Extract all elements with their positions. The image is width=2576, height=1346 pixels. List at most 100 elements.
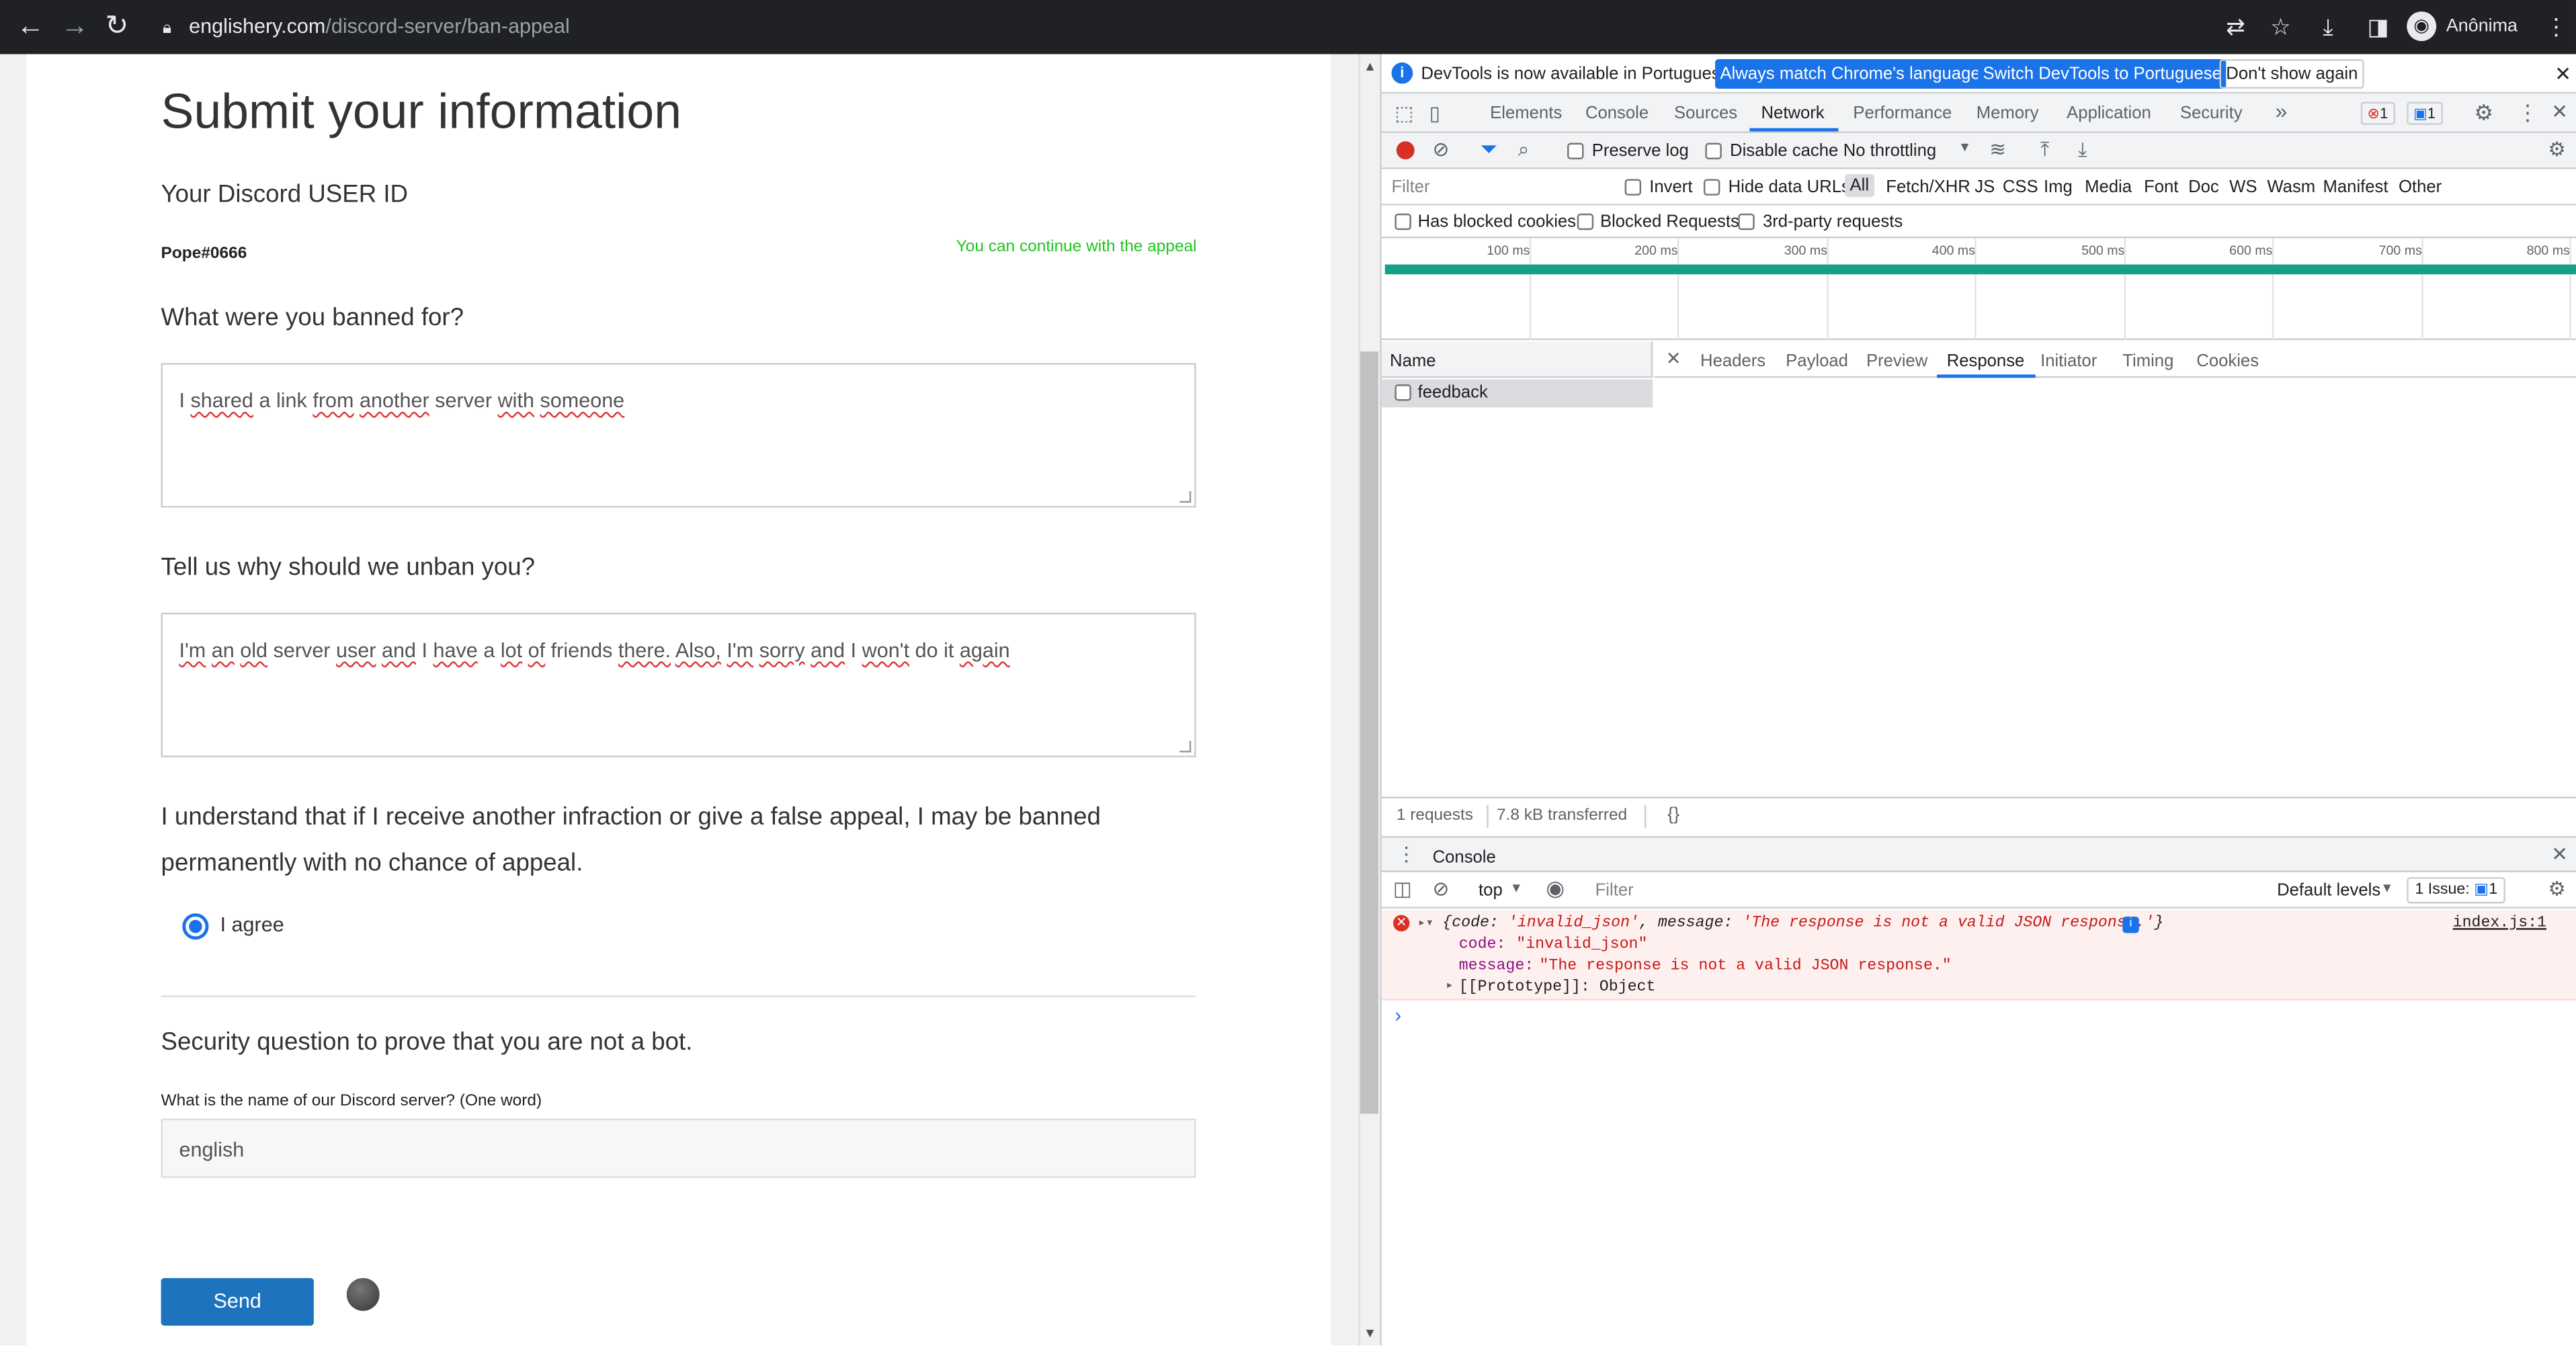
banned-for-textarea[interactable]: I shared a link from another server with… [161,363,1196,508]
invert-label[interactable]: Invert [1649,177,1692,197]
dont-show-again-button[interactable]: Don't show again [2219,59,2365,89]
tab-cookies[interactable]: Cookies [2196,351,2259,371]
profile-label[interactable]: Anônima [2446,16,2518,36]
tab-initiator[interactable]: Initiator [2040,351,2097,371]
pretty-print-button[interactable]: {} [1667,805,1679,825]
device-toolbar-icon[interactable]: ▯ [1429,102,1440,125]
context-selector[interactable]: top [1479,880,1503,900]
clear-icon[interactable]: ⊘ [1433,138,1450,161]
prototype-entry[interactable]: [[Prototype]]: Object [1459,977,1656,995]
tab-console[interactable]: Console [1585,103,1649,123]
response-body[interactable] [1655,381,2576,769]
page-scrollbar-thumb[interactable] [1360,351,1378,1114]
type-filter-img[interactable]: Img [2044,177,2073,197]
unban-reason-textarea[interactable]: I'm an old server user and I have a lot … [161,612,1196,757]
blocked-cookies-label[interactable]: Has blocked cookies [1418,212,1576,231]
name-column-header[interactable]: Name [1390,351,1436,371]
import-har-icon[interactable]: ⤒ [2040,138,2049,163]
switch-portuguese-button[interactable]: Switch DevTools to Portuguese [1978,59,2227,89]
reload-icon[interactable]: ↻ [105,11,128,41]
menu-kebab-icon[interactable]: ⋮ [2545,13,2568,40]
tab-memory[interactable]: Memory [1977,103,2039,123]
console-filter-input[interactable]: Filter [1595,880,1634,900]
hide-data-urls-checkbox[interactable] [1703,179,1720,196]
chevron-down-icon[interactable]: ▼ [1509,880,1522,895]
inspect-element-icon[interactable]: ⬚ [1395,102,1413,125]
console-drawer-tab[interactable]: Console [1433,847,1496,867]
scroll-up-icon[interactable]: ▲ [1364,59,1376,74]
hide-data-urls-label[interactable]: Hide data URLs [1729,177,1850,197]
throttling-select[interactable]: No throttling [1843,141,1936,161]
disable-cache-checkbox[interactable] [1705,142,1722,160]
third-party-label[interactable]: 3rd-party requests [1763,212,1903,231]
message-counter[interactable]: ▣1 [2407,101,2442,125]
expand-prototype-icon[interactable]: ▸ [1446,977,1454,994]
log-levels-select[interactable]: Default levels [2277,880,2380,900]
devtools-menu-icon[interactable]: ⋮ [2517,100,2538,126]
network-filter-input[interactable]: Filter [1391,177,1605,200]
close-detail-icon[interactable]: ✕ [1666,348,1681,370]
agree-label[interactable]: I agree [220,913,284,936]
type-filter-font[interactable]: Font [2144,177,2178,197]
blocked-cookies-checkbox[interactable] [1395,213,1411,230]
tab-application[interactable]: Application [2067,103,2151,123]
agree-radio[interactable] [182,913,209,940]
lock-icon[interactable]: 🔒︎ [163,16,171,42]
incognito-profile-icon[interactable]: ◉ [2407,11,2437,42]
third-party-checkbox[interactable] [1738,213,1755,230]
request-row[interactable]: feedback [1381,379,1653,408]
more-tabs-icon[interactable]: » [2276,99,2288,124]
preserve-log-label[interactable]: Preserve log [1592,141,1689,161]
filter-funnel-icon[interactable]: ⏷ [1480,136,1497,163]
network-conditions-icon[interactable]: ≋ [1989,138,2006,161]
type-filter-wasm[interactable]: Wasm [2267,177,2315,197]
settings-gear-icon[interactable]: ⚙ [2474,100,2493,126]
tab-response[interactable]: Response [1947,351,2025,371]
type-filter-css[interactable]: CSS [2003,177,2038,197]
type-filter-fetch-xhr[interactable]: Fetch/XHR [1886,177,1970,197]
tab-preview[interactable]: Preview [1866,351,1927,371]
tab-payload[interactable]: Payload [1786,351,1848,371]
forward-icon[interactable]: → [60,11,89,41]
tab-headers[interactable]: Headers [1700,351,1765,371]
side-panel-icon[interactable]: ◨ [2368,13,2389,40]
preserve-log-checkbox[interactable] [1567,142,1584,160]
drawer-menu-icon[interactable]: ⋮ [1397,843,1416,866]
tab-sources[interactable]: Sources [1674,103,1737,123]
chevron-down-icon[interactable]: ▼ [1958,140,1971,155]
blocked-requests-label[interactable]: Blocked Requests [1600,212,1739,231]
info-badge-icon[interactable]: i [2122,917,2139,933]
console-error-message[interactable]: ✕ ▸▾ {code: 'invalid_json', message: 'Th… [1381,910,2576,1001]
error-counter[interactable]: ⊗1 [2360,101,2395,125]
type-filter-manifest[interactable]: Manifest [2323,177,2388,197]
blocked-requests-checkbox[interactable] [1577,213,1594,230]
translate-icon[interactable]: ⇄ [2226,13,2245,40]
error-source-link[interactable]: index.js:1 [2453,913,2546,931]
type-filter-ws[interactable]: WS [2229,177,2257,197]
console-sidebar-icon[interactable]: ◫ [1393,877,1412,900]
tab-performance[interactable]: Performance [1853,103,1952,123]
record-icon[interactable] [1396,141,1415,160]
resize-handle-icon[interactable] [1179,741,1192,753]
type-filter-media[interactable]: Media [2085,177,2132,197]
url-text[interactable]: englishery.com/discord-server/ban-appeal [189,15,570,38]
match-language-button[interactable]: Always match Chrome's language [1715,59,1985,89]
expand-triangle-icon[interactable]: ▸▾ [1418,915,1434,931]
search-icon[interactable]: ⌕ [1518,138,1529,163]
console-prompt[interactable]: › [1395,1004,1401,1027]
type-filter-all[interactable]: All [1845,174,1874,198]
export-har-icon[interactable]: ⤓ [2078,138,2087,163]
bookmark-star-icon[interactable]: ☆ [2270,13,2291,40]
issues-button[interactable]: 1 Issue: ▣1 [2407,877,2506,904]
console-clear-icon[interactable]: ⊘ [1433,877,1450,900]
back-icon[interactable]: ← [16,11,44,41]
tab-network[interactable]: Network [1761,103,1825,123]
live-expression-eye-icon[interactable]: ◉ [1546,876,1565,902]
tab-elements[interactable]: Elements [1490,103,1562,123]
console-settings-gear-icon[interactable]: ⚙ [2548,877,2565,900]
tab-timing[interactable]: Timing [2122,351,2173,371]
invert-checkbox[interactable] [1624,179,1642,196]
error-summary[interactable]: {code: 'invalid_json', message: 'The res… [1442,913,2163,931]
close-drawer-icon[interactable]: ✕ [2551,843,2568,866]
type-filter-other[interactable]: Other [2399,177,2442,197]
